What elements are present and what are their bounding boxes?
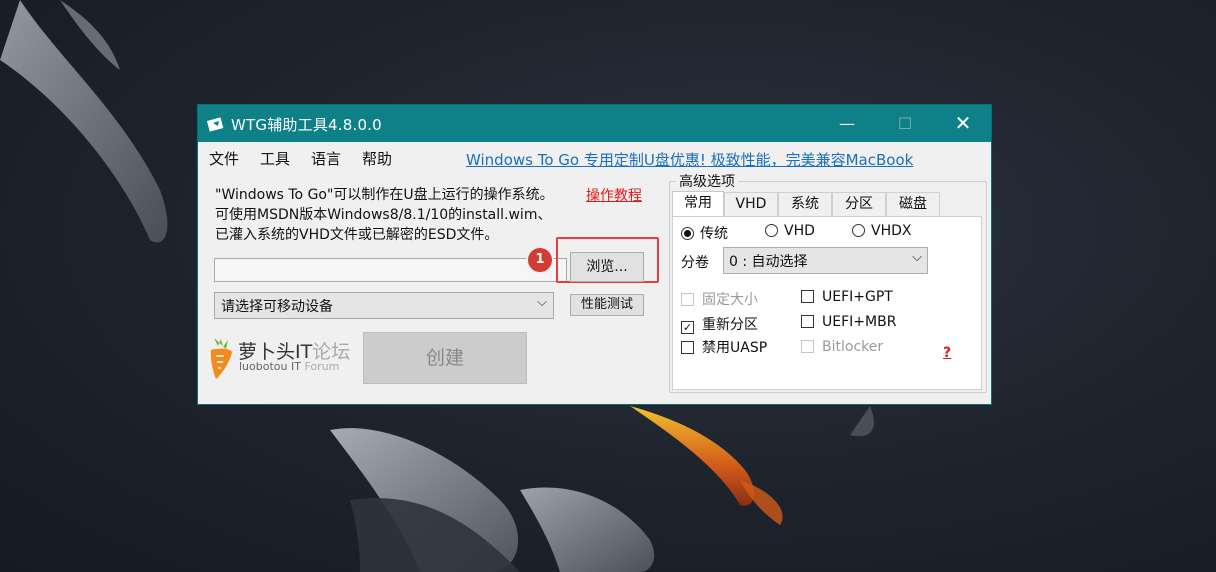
close-button[interactable]: ✕ bbox=[934, 105, 992, 142]
maximize-button[interactable]: ☐ bbox=[876, 105, 934, 142]
logo-sub-forum: Forum bbox=[304, 360, 340, 373]
radio-legacy[interactable]: 传统 bbox=[681, 223, 728, 243]
checkbox-label: 禁用UASP bbox=[702, 340, 768, 356]
radio-label: VHD bbox=[784, 223, 815, 239]
radio-indicator bbox=[765, 224, 778, 237]
checkbox-label: 重新分区 bbox=[702, 317, 758, 333]
checkbox-uefi-gpt[interactable]: UEFI+GPT bbox=[801, 289, 893, 305]
tab-disk[interactable]: 磁盘 bbox=[886, 192, 940, 216]
radio-vhdx[interactable]: VHDX bbox=[852, 223, 911, 239]
radio-indicator bbox=[852, 224, 865, 237]
radio-indicator bbox=[681, 227, 694, 240]
checkbox-label: Bitlocker bbox=[822, 339, 884, 355]
device-select-value: 请选择可移动设备 bbox=[221, 299, 333, 315]
description-line: "Windows To Go"可以制作在U盘上运行的操作系统。 bbox=[215, 187, 554, 203]
checkbox-indicator bbox=[801, 315, 814, 328]
checkbox-disable-uasp[interactable]: 禁用UASP bbox=[681, 337, 767, 357]
checkbox-bitlocker: Bitlocker bbox=[801, 339, 883, 355]
description-text: "Windows To Go"可以制作在U盘上运行的操作系统。 可使用MSDN版… bbox=[215, 185, 575, 245]
chevron-down-icon: ⌵ bbox=[537, 295, 547, 310]
radio-label: VHDX bbox=[871, 223, 912, 239]
carrot-icon bbox=[210, 338, 232, 379]
device-select[interactable]: 请选择可移动设备 ⌵ bbox=[214, 292, 554, 319]
checkbox-indicator bbox=[801, 290, 814, 303]
checkbox-indicator bbox=[681, 293, 694, 306]
checkbox-repartition[interactable]: ✓ 重新分区 bbox=[681, 314, 758, 334]
chevron-down-icon: ⌵ bbox=[912, 250, 922, 265]
partition-label: 分卷 bbox=[681, 255, 709, 271]
description-line: 已灌入系统的VHD文件或已解密的ESD文件。 bbox=[215, 227, 499, 243]
step-badge: 1 bbox=[528, 248, 552, 272]
tab-panel-common: 传统 VHD VHDX 分卷 0 : 自动选择 ⌵ 固定大小 UEFI+GPT … bbox=[672, 216, 982, 390]
checkmark-icon: ✓ bbox=[681, 321, 694, 334]
performance-test-button[interactable]: 性能测试 bbox=[570, 294, 644, 316]
radio-label: 传统 bbox=[700, 226, 728, 242]
menu-help[interactable]: 帮助 bbox=[362, 148, 392, 169]
menu-tools[interactable]: 工具 bbox=[260, 148, 290, 169]
checkbox-fixed-size: 固定大小 bbox=[681, 289, 758, 309]
partition-select-value: 0 : 自动选择 bbox=[729, 254, 808, 270]
tab-partition[interactable]: 分区 bbox=[832, 192, 886, 216]
description-line: 可使用MSDN版本Windows8/8.1/10的install.wim、 bbox=[215, 207, 552, 223]
title-bar[interactable]: WTG辅助工具4.8.0.0 — ☐ ✕ bbox=[198, 105, 991, 142]
logo-subtitle: luobotou IT Forum bbox=[239, 360, 339, 373]
app-window: WTG辅助工具4.8.0.0 — ☐ ✕ 文件 工具 语言 帮助 Windows… bbox=[197, 104, 992, 405]
checkbox-label: UEFI+GPT bbox=[822, 289, 893, 305]
radio-vhd[interactable]: VHD bbox=[765, 223, 815, 239]
checkbox-label: UEFI+MBR bbox=[822, 314, 897, 330]
tab-vhd[interactable]: VHD bbox=[724, 192, 778, 216]
tab-system[interactable]: 系统 bbox=[778, 192, 832, 216]
menu-bar: 文件 工具 语言 帮助 Windows To Go 专用定制U盘优惠! 极致性能… bbox=[198, 145, 991, 169]
checkbox-uefi-mbr[interactable]: UEFI+MBR bbox=[801, 314, 896, 330]
tutorial-link[interactable]: 操作教程 bbox=[586, 185, 642, 205]
create-button[interactable]: 创建 bbox=[363, 332, 527, 384]
image-path-input[interactable] bbox=[214, 258, 567, 282]
logo-sub-main: luobotou IT bbox=[239, 360, 301, 373]
forum-logo: 萝卜头IT论坛 luobotou IT Forum bbox=[208, 336, 358, 380]
advanced-options-title: 高级选项 bbox=[676, 171, 738, 191]
checkbox-indicator bbox=[681, 341, 694, 354]
menu-file[interactable]: 文件 bbox=[209, 148, 239, 169]
browse-button[interactable]: 浏览... bbox=[570, 252, 644, 282]
minimize-button[interactable]: — bbox=[818, 105, 876, 142]
window-title: WTG辅助工具4.8.0.0 bbox=[231, 116, 382, 134]
app-logo-icon bbox=[207, 117, 224, 132]
checkbox-label: 固定大小 bbox=[702, 292, 758, 308]
partition-select[interactable]: 0 : 自动选择 ⌵ bbox=[723, 247, 928, 274]
tab-common[interactable]: 常用 bbox=[672, 191, 724, 217]
checkbox-indicator bbox=[801, 340, 814, 353]
menu-language[interactable]: 语言 bbox=[311, 148, 341, 169]
promo-link[interactable]: Windows To Go 专用定制U盘优惠! 极致性能，完美兼容MacBook bbox=[466, 149, 913, 170]
help-link[interactable]: ? bbox=[943, 345, 951, 361]
